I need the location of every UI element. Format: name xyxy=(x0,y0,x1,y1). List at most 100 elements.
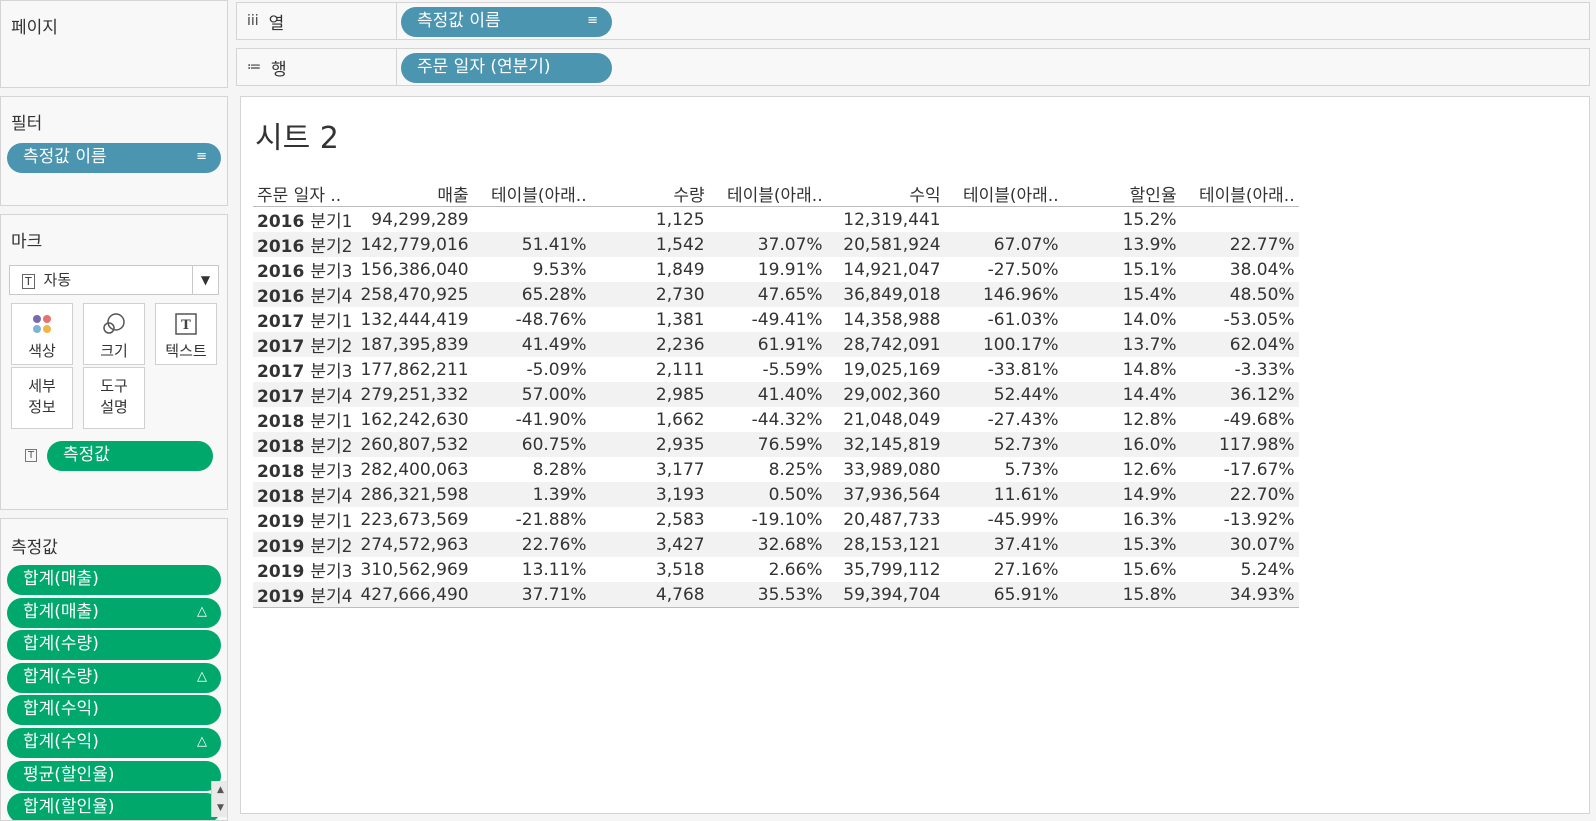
tooltip-button[interactable]: 도구 설명 xyxy=(83,367,145,429)
marks-pill-measure-values[interactable]: 측정값 xyxy=(47,441,213,471)
table-cell[interactable]: 20,581,924 xyxy=(826,232,945,257)
table-cell[interactable]: 57.00% xyxy=(472,382,591,407)
table-cell[interactable]: 14.8% xyxy=(1063,357,1181,382)
measure-pill[interactable]: 합계(수량) xyxy=(7,630,221,661)
mark-type-dropdown[interactable]: T 자동 ▼ xyxy=(9,265,219,295)
row-header[interactable]: 2017 분기2 xyxy=(253,332,357,357)
table-cell[interactable]: 15.6% xyxy=(1063,557,1181,582)
table-cell[interactable]: 30.07% xyxy=(1180,532,1299,557)
row-header[interactable]: 2019 분기4 xyxy=(253,582,357,608)
table-cell[interactable]: -5.59% xyxy=(709,357,827,382)
table-cell[interactable]: 286,321,598 xyxy=(356,482,473,507)
table-cell[interactable]: 15.8% xyxy=(1062,582,1181,608)
table-cell[interactable]: 427,666,490 xyxy=(356,582,473,608)
row-header[interactable]: 2016 분기1 xyxy=(253,207,356,232)
table-cell[interactable]: 60.75% xyxy=(472,432,591,457)
row-header[interactable]: 2017 분기3 xyxy=(253,357,356,382)
column-header[interactable]: 할인율 xyxy=(1062,181,1181,207)
table-cell[interactable]: 2,985 xyxy=(590,382,709,407)
table-cell[interactable]: 1,662 xyxy=(591,407,709,432)
table-cell[interactable]: 3,518 xyxy=(591,557,709,582)
table-cell[interactable]: 14,358,988 xyxy=(827,307,945,332)
table-cell[interactable]: 100.17% xyxy=(944,332,1063,357)
table-cell[interactable]: 15.2% xyxy=(1063,207,1181,233)
table-cell[interactable]: 14,921,047 xyxy=(827,257,945,282)
table-cell[interactable]: 11.61% xyxy=(944,482,1063,507)
table-cell[interactable]: 37.41% xyxy=(944,532,1063,557)
table-cell[interactable]: 1,542 xyxy=(590,232,709,257)
table-cell[interactable]: 34.93% xyxy=(1180,582,1299,608)
table-cell[interactable]: -5.09% xyxy=(473,357,591,382)
table-cell[interactable]: 27.16% xyxy=(945,557,1063,582)
table-cell[interactable]: 38.04% xyxy=(1181,257,1299,282)
table-cell[interactable]: -44.32% xyxy=(709,407,827,432)
row-header[interactable]: 2018 분기1 xyxy=(253,407,356,432)
table-cell[interactable]: 33,989,080 xyxy=(827,457,945,482)
table-cell[interactable]: 94,299,289 xyxy=(356,207,472,233)
table-cell[interactable]: 52.73% xyxy=(944,432,1063,457)
column-header[interactable]: 테이블(아래.. xyxy=(1180,181,1299,207)
table-cell[interactable]: 19.91% xyxy=(709,257,827,282)
table-cell[interactable]: -27.50% xyxy=(945,257,1063,282)
table-cell[interactable]: 28,742,091 xyxy=(826,332,945,357)
table-cell[interactable]: 32.68% xyxy=(708,532,827,557)
row-header[interactable]: 2018 분기4 xyxy=(253,482,357,507)
table-cell[interactable]: -3.33% xyxy=(1181,357,1299,382)
measure-pill[interactable]: 합계(수익) xyxy=(7,695,221,726)
measure-pill[interactable]: 합계(수익) △ xyxy=(7,728,221,758)
table-cell[interactable]: 9.53% xyxy=(473,257,591,282)
table-cell[interactable]: -13.92% xyxy=(1181,507,1299,532)
table-cell[interactable]: 21,048,049 xyxy=(827,407,945,432)
table-cell[interactable]: 2,730 xyxy=(590,282,709,307)
measures-card[interactable]: 측정값 합계(매출) 합계(매출) △ 합계(수량) 합계(수량) △ 합계(수익) 합계(수… xyxy=(0,518,228,821)
table-cell[interactable]: 15.1% xyxy=(1063,257,1181,282)
table-cell[interactable]: 65.28% xyxy=(472,282,591,307)
table-cell[interactable]: 5.73% xyxy=(945,457,1063,482)
column-header[interactable]: 수량 xyxy=(590,181,709,207)
column-header[interactable]: 테이블(아래.. xyxy=(708,181,827,207)
table-cell[interactable]: 22.70% xyxy=(1180,482,1299,507)
row-header[interactable]: 2017 분기4 xyxy=(253,382,357,407)
columns-pill-measure-names[interactable]: 측정값 이름 ≡ xyxy=(401,7,612,37)
table-cell[interactable]: 15.4% xyxy=(1062,282,1181,307)
table-cell[interactable]: 29,002,360 xyxy=(826,382,945,407)
scroll-down-icon[interactable]: ▼ xyxy=(212,799,227,817)
table-cell[interactable]: 32,145,819 xyxy=(826,432,945,457)
table-cell[interactable]: 35,799,112 xyxy=(827,557,945,582)
table-cell[interactable]: 146.96% xyxy=(944,282,1063,307)
table-cell[interactable]: -27.43% xyxy=(945,407,1063,432)
measure-pill[interactable]: 평균(할인율) xyxy=(7,760,221,791)
table-cell[interactable]: 187,395,839 xyxy=(356,332,473,357)
table-cell[interactable]: -49.68% xyxy=(1181,407,1299,432)
table-cell[interactable] xyxy=(473,207,591,233)
row-header[interactable]: 2019 분기2 xyxy=(253,532,357,557)
table-cell[interactable]: 41.40% xyxy=(708,382,827,407)
measure-pill[interactable]: 합계(매출) xyxy=(7,565,221,595)
table-cell[interactable]: 22.77% xyxy=(1180,232,1299,257)
filters-card[interactable]: 필터 측정값 이름 ≡ xyxy=(0,96,228,206)
table-cell[interactable]: 13.11% xyxy=(473,557,591,582)
table-cell[interactable]: 62.04% xyxy=(1180,332,1299,357)
rows-shelf[interactable]: ≔ 행 주문 일자 (연분기) xyxy=(236,48,1590,86)
table-cell[interactable]: 117.98% xyxy=(1180,432,1299,457)
row-header[interactable]: 2018 분기2 xyxy=(253,432,357,457)
table-cell[interactable]: 310,562,969 xyxy=(356,557,472,582)
table-cell[interactable]: 2,935 xyxy=(590,432,709,457)
table-cell[interactable]: 12.8% xyxy=(1063,407,1181,432)
row-header[interactable]: 2019 분기3 xyxy=(253,557,356,582)
table-cell[interactable]: 36.12% xyxy=(1180,382,1299,407)
table-cell[interactable]: 16.3% xyxy=(1063,507,1181,532)
table-cell[interactable]: 19,025,169 xyxy=(827,357,945,382)
table-cell[interactable]: 1,381 xyxy=(591,307,709,332)
table-cell[interactable]: 51.41% xyxy=(472,232,591,257)
table-cell[interactable]: -41.90% xyxy=(473,407,591,432)
row-header[interactable]: 2016 분기4 xyxy=(253,282,357,307)
filter-pill-measure-names[interactable]: 측정값 이름 ≡ xyxy=(7,143,221,173)
row-header[interactable]: 2017 분기1 xyxy=(253,307,356,332)
columns-shelf[interactable]: iii 열 측정값 이름 ≡ xyxy=(236,2,1590,40)
table-cell[interactable]: 15.3% xyxy=(1062,532,1181,557)
table-cell[interactable]: 12.6% xyxy=(1063,457,1181,482)
table-cell[interactable]: 4,768 xyxy=(590,582,709,608)
table-cell[interactable] xyxy=(709,207,827,233)
table-cell[interactable]: 1.39% xyxy=(472,482,591,507)
